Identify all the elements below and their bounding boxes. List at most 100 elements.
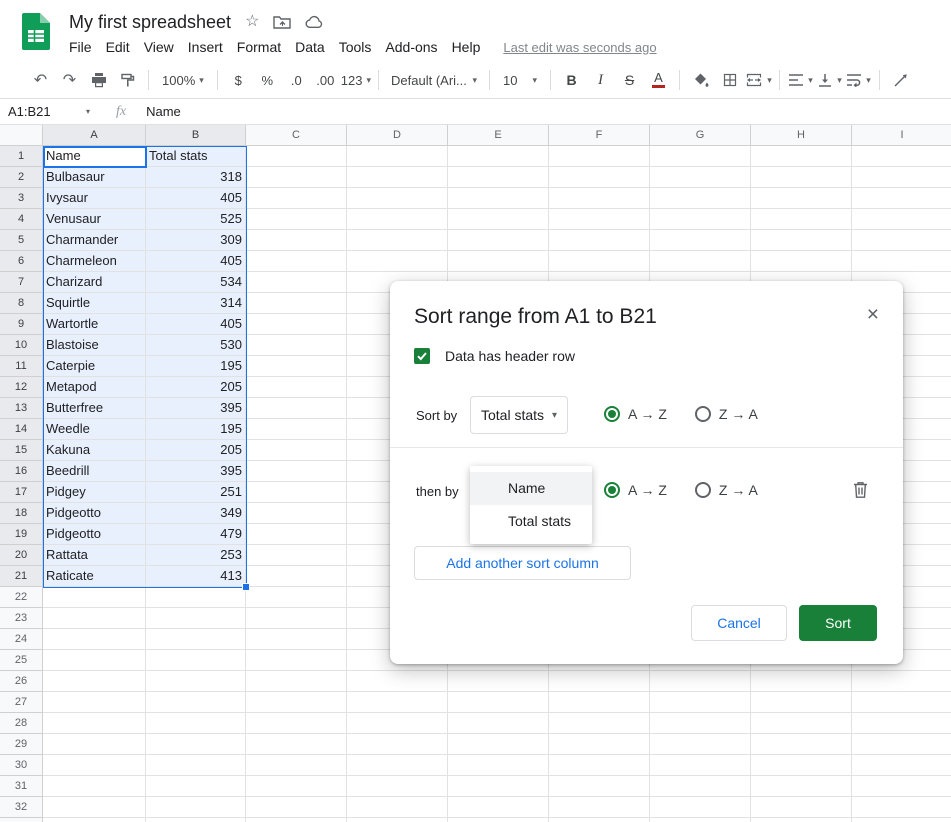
cell-F27[interactable]	[549, 692, 650, 713]
cell-G33[interactable]	[650, 818, 751, 822]
cell-B21[interactable]: 413	[146, 566, 246, 587]
cell-I26[interactable]	[852, 671, 951, 692]
cell-A33[interactable]	[43, 818, 146, 822]
undo-button[interactable]: ↶	[27, 67, 54, 93]
cell-G32[interactable]	[650, 797, 751, 818]
format-percent-button[interactable]: %	[254, 67, 281, 93]
cell-A4[interactable]: Venusaur	[43, 209, 146, 230]
name-box[interactable]: A1:B21 ▾	[0, 104, 100, 119]
row-header-19[interactable]: 19	[0, 524, 43, 545]
cell-A8[interactable]: Squirtle	[43, 293, 146, 314]
cell-E6[interactable]	[448, 251, 549, 272]
more-formats-button[interactable]: 123 ▾	[341, 67, 371, 93]
cell-D4[interactable]	[347, 209, 448, 230]
row-header-9[interactable]: 9	[0, 314, 43, 335]
cell-D1[interactable]	[347, 146, 448, 167]
cell-G1[interactable]	[650, 146, 751, 167]
sort-by-dropdown[interactable]: Total stats ▾	[470, 396, 568, 434]
cell-A18[interactable]: Pidgeotto	[43, 503, 146, 524]
fill-color-button[interactable]	[687, 67, 714, 93]
row-header-21[interactable]: 21	[0, 566, 43, 587]
cell-B23[interactable]	[146, 608, 246, 629]
column-header-D[interactable]: D	[347, 125, 448, 146]
cell-A28[interactable]	[43, 713, 146, 734]
sort-button[interactable]: Sort	[799, 605, 877, 641]
cell-I1[interactable]	[852, 146, 951, 167]
cloud-status-icon[interactable]	[305, 15, 324, 29]
cell-H29[interactable]	[751, 734, 852, 755]
column-header-G[interactable]: G	[650, 125, 751, 146]
menu-edit[interactable]: Edit	[99, 37, 137, 57]
row-header-13[interactable]: 13	[0, 398, 43, 419]
cell-A9[interactable]: Wartortle	[43, 314, 146, 335]
cell-C10[interactable]	[246, 335, 347, 356]
zoom-select[interactable]: 100% ▾	[156, 67, 210, 93]
row-header-4[interactable]: 4	[0, 209, 43, 230]
cell-B26[interactable]	[146, 671, 246, 692]
formula-input[interactable]: Name	[146, 104, 181, 119]
text-rotation-button[interactable]	[887, 67, 914, 93]
cell-F2[interactable]	[549, 167, 650, 188]
cell-C18[interactable]	[246, 503, 347, 524]
cell-C27[interactable]	[246, 692, 347, 713]
cell-I32[interactable]	[852, 797, 951, 818]
menu-help[interactable]: Help	[445, 37, 488, 57]
row-header-32[interactable]: 32	[0, 797, 43, 818]
column-header-E[interactable]: E	[448, 125, 549, 146]
row-header-23[interactable]: 23	[0, 608, 43, 629]
cell-F28[interactable]	[549, 713, 650, 734]
cell-B20[interactable]: 253	[146, 545, 246, 566]
cell-I5[interactable]	[852, 230, 951, 251]
fill-handle[interactable]	[242, 583, 250, 591]
menu-insert[interactable]: Insert	[181, 37, 230, 57]
cell-A10[interactable]: Blastoise	[43, 335, 146, 356]
row-header-26[interactable]: 26	[0, 671, 43, 692]
cell-C3[interactable]	[246, 188, 347, 209]
cell-B30[interactable]	[146, 755, 246, 776]
cell-A25[interactable]	[43, 650, 146, 671]
cell-B16[interactable]: 395	[146, 461, 246, 482]
cell-C30[interactable]	[246, 755, 347, 776]
row-header-30[interactable]: 30	[0, 755, 43, 776]
cell-G2[interactable]	[650, 167, 751, 188]
cell-C4[interactable]	[246, 209, 347, 230]
redo-button[interactable]: ↷	[56, 67, 83, 93]
cell-C8[interactable]	[246, 293, 347, 314]
cell-C22[interactable]	[246, 587, 347, 608]
row-header-2[interactable]: 2	[0, 167, 43, 188]
cell-F6[interactable]	[549, 251, 650, 272]
cell-H3[interactable]	[751, 188, 852, 209]
cell-C31[interactable]	[246, 776, 347, 797]
cell-F4[interactable]	[549, 209, 650, 230]
cell-B5[interactable]: 309	[146, 230, 246, 251]
cell-G4[interactable]	[650, 209, 751, 230]
menu-data[interactable]: Data	[288, 37, 332, 57]
cancel-button[interactable]: Cancel	[691, 605, 787, 641]
cell-E2[interactable]	[448, 167, 549, 188]
close-icon[interactable]: ×	[867, 304, 879, 325]
cell-D32[interactable]	[347, 797, 448, 818]
column-header-F[interactable]: F	[549, 125, 650, 146]
cell-C12[interactable]	[246, 377, 347, 398]
menu-format[interactable]: Format	[230, 37, 288, 57]
cell-B18[interactable]: 349	[146, 503, 246, 524]
cell-B31[interactable]	[146, 776, 246, 797]
cell-C24[interactable]	[246, 629, 347, 650]
cell-C29[interactable]	[246, 734, 347, 755]
cell-G29[interactable]	[650, 734, 751, 755]
cell-I2[interactable]	[852, 167, 951, 188]
cell-H27[interactable]	[751, 692, 852, 713]
cell-G26[interactable]	[650, 671, 751, 692]
cell-H5[interactable]	[751, 230, 852, 251]
row-header-27[interactable]: 27	[0, 692, 43, 713]
row-header-20[interactable]: 20	[0, 545, 43, 566]
row-header-18[interactable]: 18	[0, 503, 43, 524]
cell-B4[interactable]: 525	[146, 209, 246, 230]
cell-F5[interactable]	[549, 230, 650, 251]
cell-C21[interactable]	[246, 566, 347, 587]
cell-D31[interactable]	[347, 776, 448, 797]
font-size-select[interactable]: 10 ▾	[497, 67, 543, 93]
row-header-1[interactable]: 1	[0, 146, 43, 167]
cell-F30[interactable]	[549, 755, 650, 776]
cell-C2[interactable]	[246, 167, 347, 188]
